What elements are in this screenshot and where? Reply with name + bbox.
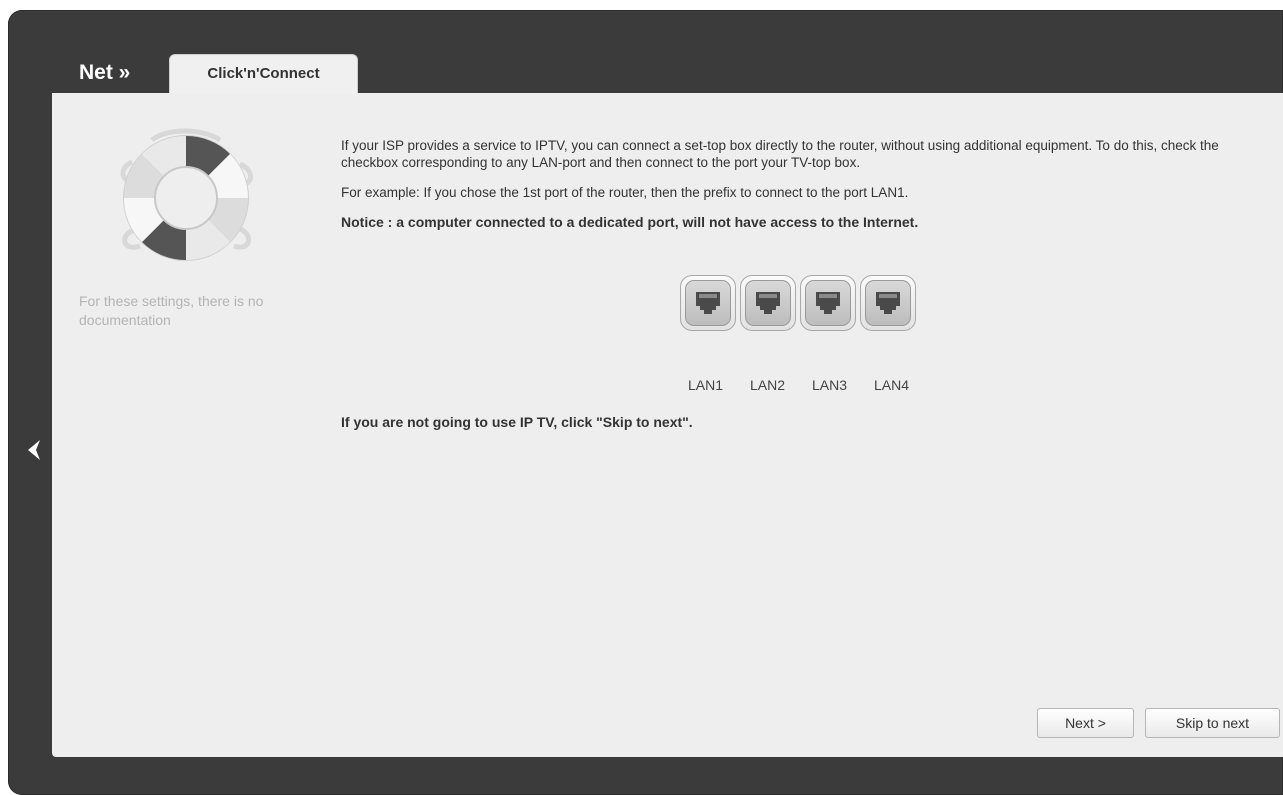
next-button[interactable]: Next > <box>1037 708 1134 738</box>
port-labels: LAN1 LAN2 LAN3 LAN4 <box>683 377 931 393</box>
lifebuoy-icon <box>120 128 253 261</box>
intro-text: If your ISP provides a service to IPTV, … <box>341 138 1219 170</box>
no-documentation-text: For these settings, there is no document… <box>79 293 264 328</box>
breadcrumb[interactable]: Net » <box>79 61 130 85</box>
lan3-port-toggle[interactable] <box>800 275 856 331</box>
lan4-port-toggle[interactable] <box>860 275 916 331</box>
example-text: For example: If you chose the 1st port o… <box>341 185 909 200</box>
tab-click-n-connect[interactable]: Click'n'Connect <box>169 54 358 94</box>
lan2-port-toggle[interactable] <box>740 275 796 331</box>
lan-port-selector <box>680 275 916 331</box>
back-arrow-icon[interactable] <box>24 436 46 464</box>
main-content: If your ISP provides a service to IPTV, … <box>341 137 1271 244</box>
port-label-lan1: LAN1 <box>688 377 724 393</box>
ethernet-port-icon <box>756 292 780 314</box>
skip-to-next-button[interactable]: Skip to next <box>1145 708 1280 738</box>
notice-text: Notice : a computer connected to a dedic… <box>341 214 919 230</box>
port-label-lan3: LAN3 <box>812 377 848 393</box>
skip-note-text: If you are not going to use IP TV, click… <box>341 414 693 430</box>
ethernet-port-icon <box>696 292 720 314</box>
lan1-port-toggle[interactable] <box>680 275 736 331</box>
ethernet-port-icon <box>876 292 900 314</box>
port-label-lan2: LAN2 <box>750 377 786 393</box>
port-label-lan4: LAN4 <box>874 377 910 393</box>
ethernet-port-icon <box>816 292 840 314</box>
